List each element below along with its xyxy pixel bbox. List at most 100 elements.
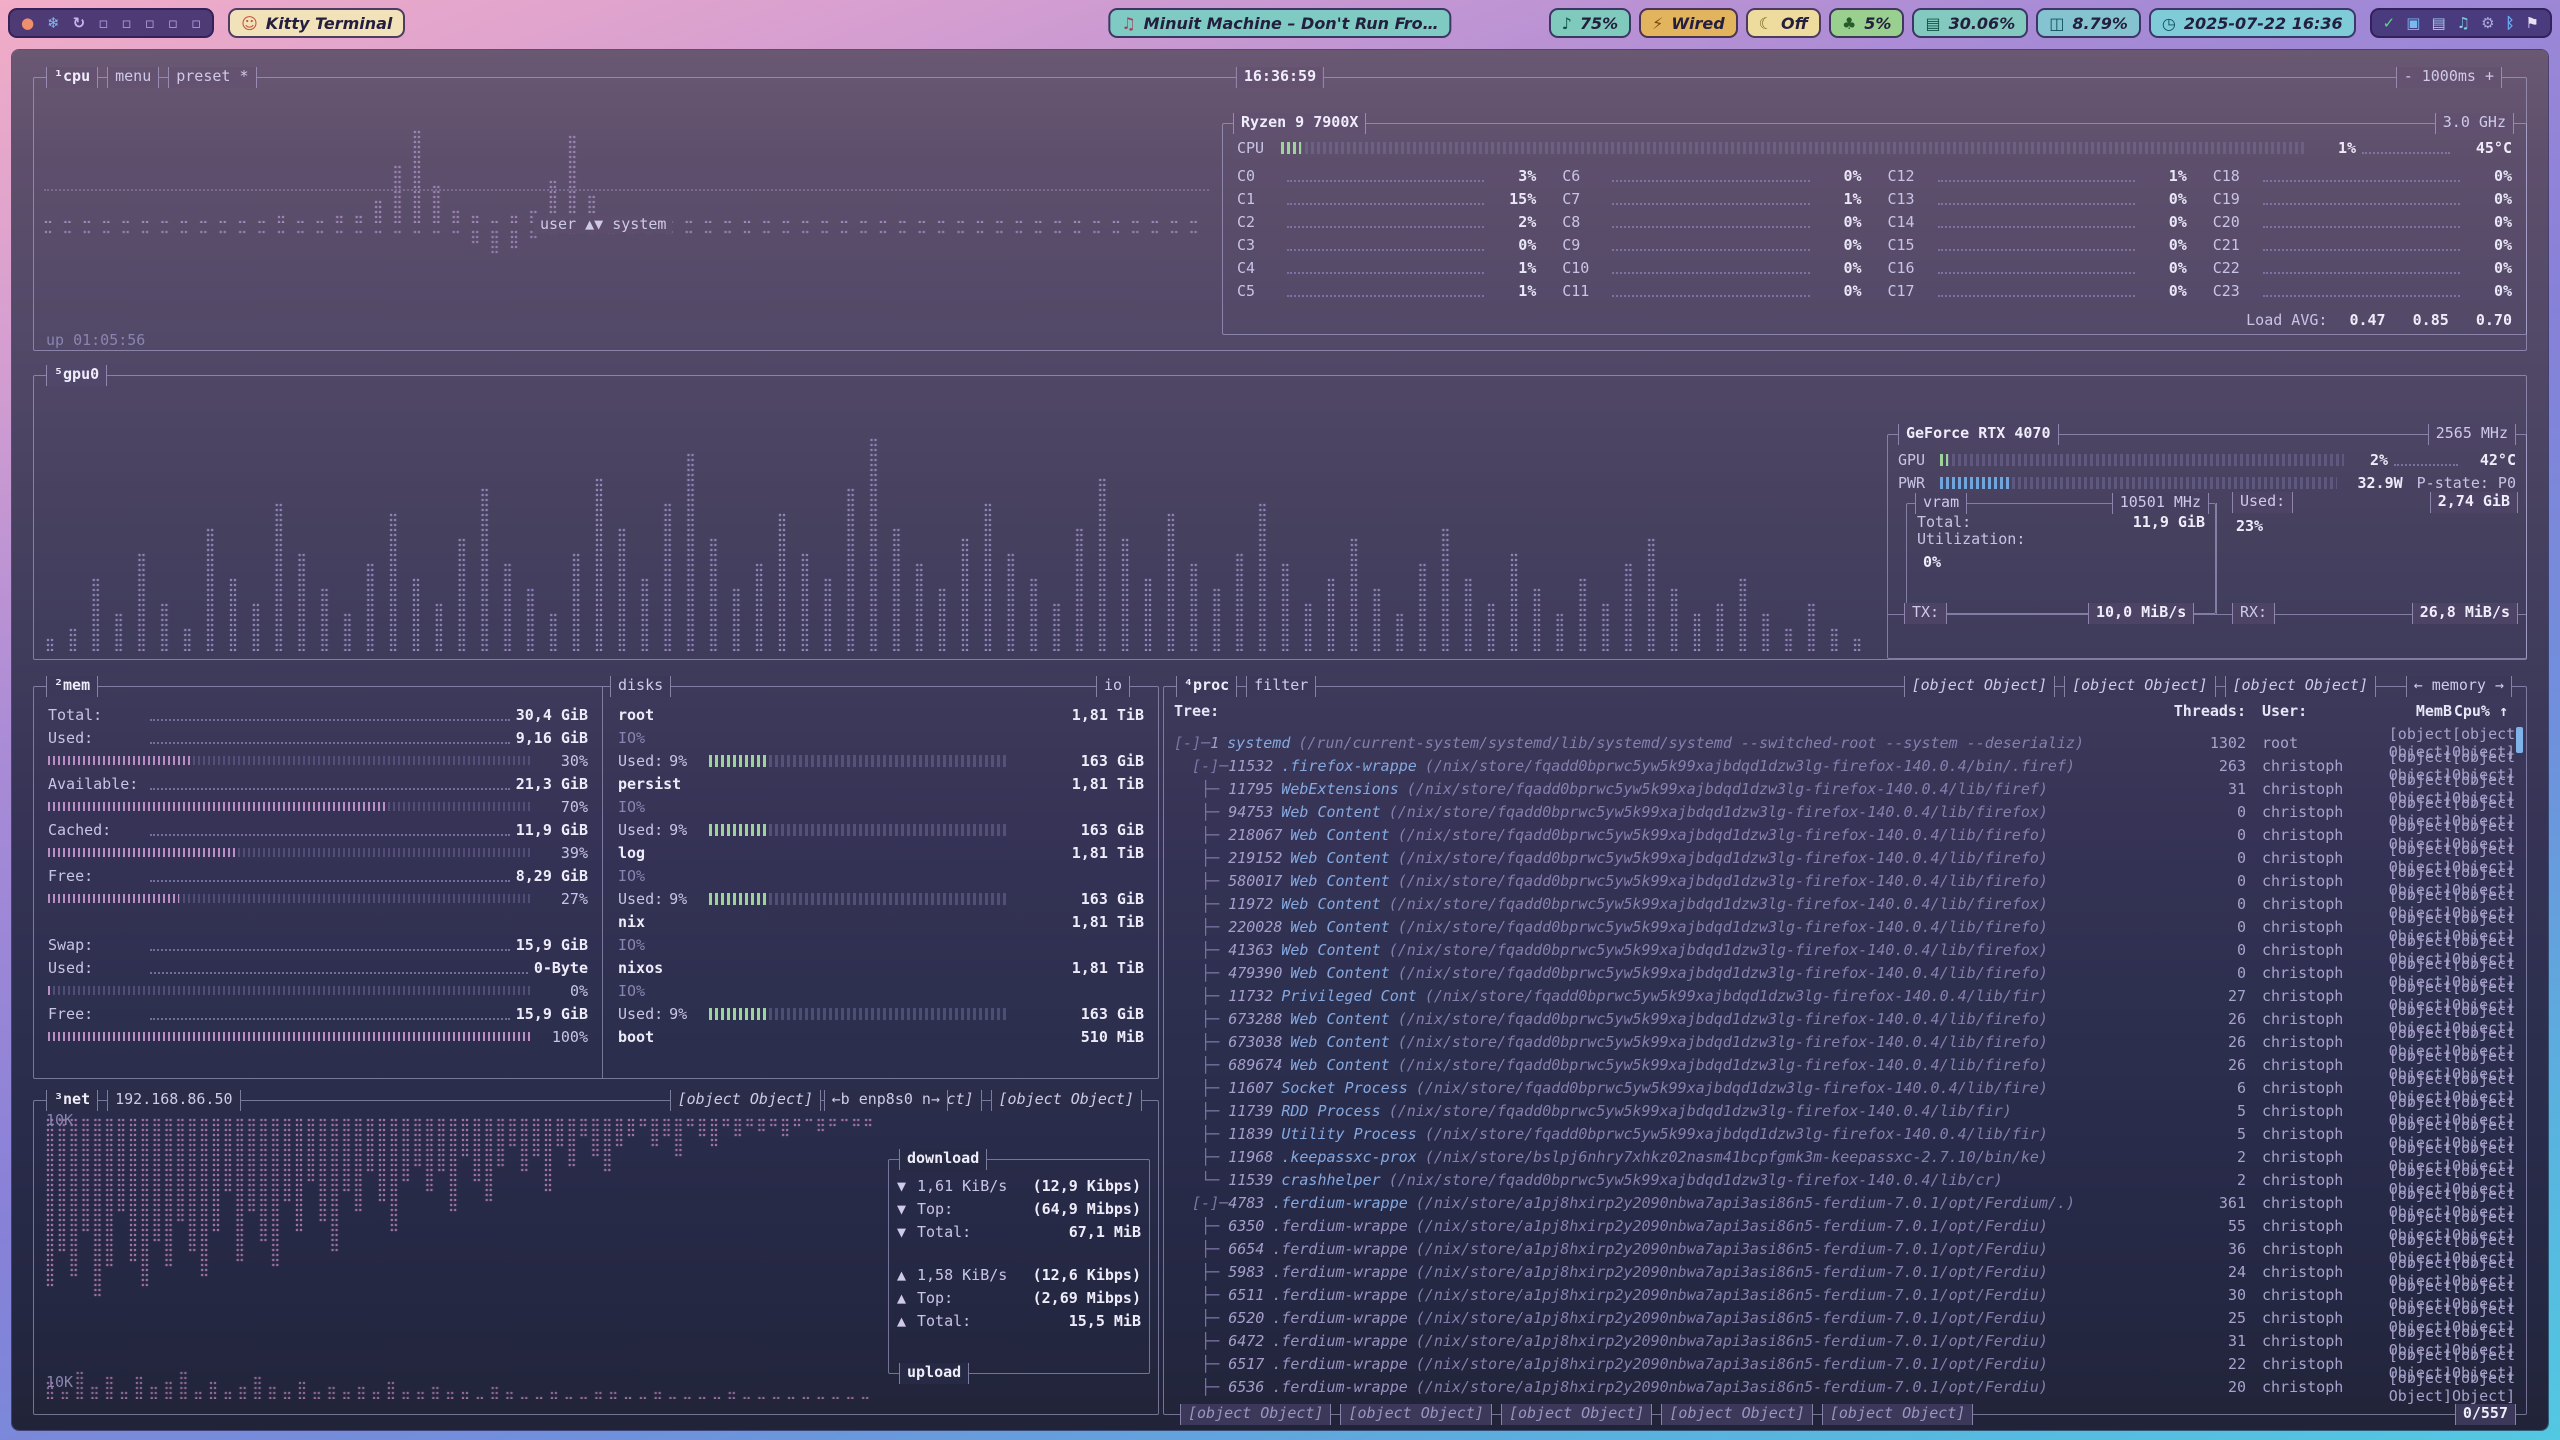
process-table: [-]─1systemd(/run/current-system/systemd… [1164,725,2526,1392]
net-ip-address: 192.168.86.50 [107,1090,240,1111]
upload-arrow-icon: ▲ [897,1266,917,1284]
module-text: 2025-07-22 16:36 [2184,14,2343,33]
vram-total-value: 11,9 GiB [2133,513,2205,531]
workspace-icon[interactable]: ▫ [191,14,201,32]
preset-button[interactable]: preset * [168,67,256,88]
sort-column-switcher[interactable]: ← memory → [2406,676,2512,697]
proc-option-button[interactable]: [object Object] [1904,676,2055,697]
header-user: User: [2246,702,2372,720]
clock-module[interactable]: ◷2025-07-22 16:36 [2149,8,2356,38]
core-cell: C200% [2213,210,2512,233]
core-cell: C90% [1562,233,1861,256]
gpu-frequency-label: 2565 MHz [2428,424,2516,445]
module-text: Off [1781,14,1808,33]
header-tree: Tree: [1174,702,2160,720]
gpu-tx-value: 10,0 MiB/s [2088,603,2194,624]
mem-entry: Swap:15,9 GiB [44,933,592,956]
net-rate-row: ▲1,58 KiB/s(12,6 Kibps) [889,1263,1149,1286]
disk-row: Used: 9% 163 GiB [612,887,1150,910]
disk-used-meter [709,755,1009,767]
core-grid: C03%C115%C22%C30%C41%C51%C60%C71%C80%C90… [1237,164,2512,302]
process-position: 0/557 [2455,1404,2516,1425]
notifications-icon[interactable]: ⚑ [2526,14,2539,32]
proc-options: [object Object] [object Object] [object Ob… [1904,676,2376,697]
core-cell: C190% [2213,187,2512,210]
io-mode-toggle[interactable]: io [1096,676,1130,697]
clock-readout: 16:36:59 [1236,67,1324,88]
uptime-label: up 01:05:56 [46,331,145,349]
process-row[interactable]: [-]─1systemd(/run/current-system/systemd… [1164,725,2526,748]
system-tray: ✓ ▣ ▤ ♫ ⚙ ᛒ ⚑ [2370,8,2552,38]
clipboard-icon[interactable]: ▤ [2431,14,2445,32]
core-cell: C60% [1562,164,1861,187]
proc-footer-button[interactable]: [object Object] [1661,1404,1812,1425]
verified-icon[interactable]: ✓ [2383,14,2396,32]
kitty-terminal-label: Kitty Terminal [266,14,393,33]
proc-option-button[interactable]: [object Object] [2225,676,2376,697]
disk-list: root 1,81 TiB IO% Used: 9% 163 GiB persi… [612,703,1150,1048]
status-bar: ● ❄ ↻ ▫ ▫ ▫ ▫ ▫ ☺ Kitty Terminal ♫ Minuit Machi… [8,4,2552,42]
media-icon[interactable]: ♫ [2457,14,2470,32]
disks-toggle[interactable]: disks [610,676,671,697]
workspaces: ● ❄ ↻ ▫ ▫ ▫ ▫ ▫ [8,8,214,38]
workspace-icon[interactable]: ▫ [98,14,108,32]
workspace-icon[interactable]: ▫ [121,14,131,32]
upload-arrow-icon: ▲ [897,1289,917,1307]
download-arrow-icon: ▼ [897,1223,917,1241]
disk-row: IO% [612,933,1150,956]
proc-footer-button[interactable]: [object Object] [1340,1404,1491,1425]
network-module[interactable]: ⚡Wired [1639,8,1738,38]
proc-footer-button[interactable]: [object Object] [1180,1404,1331,1425]
disk-row: nixos 1,81 TiB [612,956,1150,979]
mem-entries: Total:30,4 GiB Used:9,16 GiB 30% Availab… [44,703,592,1048]
filter-button[interactable]: filter [1246,676,1316,697]
memory-module[interactable]: ▤30.06% [1912,8,2028,38]
music-player-module[interactable]: ♫ Minuit Machine – Don't Run Fro… [1108,8,1451,38]
core-cell: C210% [2213,233,2512,256]
cpu-graph-label: user ▲▼ system [534,215,672,233]
power-profile-module[interactable]: ♣5% [1829,8,1905,38]
proc-option-button[interactable]: [object Object] [2064,676,2215,697]
gpu-temperature: 42°C [2464,451,2516,469]
process-scrollbar[interactable] [2516,727,2523,753]
net-option-button[interactable]: [object Object] [670,1090,821,1111]
process-table-header[interactable]: Tree: Threads: User: MemB Cpu% ↑ [1164,699,2526,722]
cpu-total-row: CPU 1% 45°C [1237,136,2512,159]
net-interface-switcher[interactable]: ←b enp8s0 n→ [824,1090,948,1111]
display-icon[interactable]: ▣ [2406,14,2420,32]
update-interval-control[interactable]: - 1000ms + [2396,67,2502,88]
volume-module[interactable]: ♪75% [1549,8,1632,38]
net-option-button[interactable]: [object Object] [991,1090,1142,1111]
disk-row: IO% [612,795,1150,818]
core-cell: C110% [1562,279,1861,302]
bar-modules: ♪75%⚡Wired ☾ Off ♣5%▤30.06% ◫8.79% ◷2025-07-2… [1549,8,2356,38]
refresh-workspace-icon[interactable]: ↻ [73,14,86,32]
vram-used-percent: 23% [2236,517,2263,535]
cpu-total-percent: 1% [2304,139,2356,157]
upload-rows: ▲1,58 KiB/s(12,6 Kibps)▲Top:(2,69 Mibps)… [889,1263,1149,1332]
disk-row: IO% [612,979,1150,1002]
kitty-terminal-button[interactable]: ☺ Kitty Terminal [228,8,405,38]
workspace-icon[interactable]: ▫ [168,14,178,32]
menu-button[interactable]: menu [107,67,159,88]
net-scale-bottom: 10K [46,1373,73,1391]
proc-footer-button[interactable]: [object Object] [1501,1404,1652,1425]
net-scale-top: 10K [46,1111,73,1129]
nix-workspace-icon[interactable]: ❄ [47,14,60,32]
settings-icon[interactable]: ⚙ [2481,14,2494,32]
module-icon: ☾ [1759,14,1773,33]
workspace-icon[interactable]: ▫ [145,14,155,32]
gpu-power-meter [1940,477,2337,489]
cpu-total-meter [1281,142,2304,154]
load-average-row: Load AVG: 0.47 0.85 0.70 [2246,308,2512,331]
header-threads: Threads: [2160,702,2246,720]
vram-title: vram [1915,493,1967,514]
bluetooth-icon[interactable]: ᛒ [2506,14,2515,32]
idle-inhibitor-module[interactable]: ☾ Off [1746,8,1821,38]
module-icon: ◫ [2049,14,2064,33]
disk-module[interactable]: ◫8.79% [2036,8,2141,38]
proc-footer-button[interactable]: [object Object] [1822,1404,1973,1425]
header-cpu: Cpu% ↑ [2452,702,2508,720]
firefox-workspace-icon[interactable]: ● [21,14,34,32]
disk-row: root 1,81 TiB [612,703,1150,726]
